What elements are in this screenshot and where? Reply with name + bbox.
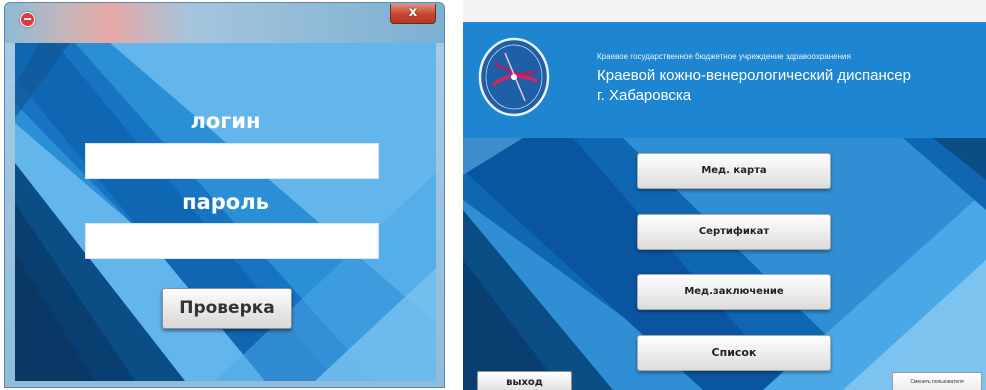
change-user-button[interactable]: Сменить пользователя bbox=[892, 372, 982, 390]
login-input[interactable] bbox=[85, 143, 379, 179]
close-icon: x bbox=[408, 5, 418, 20]
certificate-button[interactable]: Сертификат bbox=[637, 214, 831, 250]
list-button[interactable]: Список bbox=[637, 335, 831, 371]
main-window: Краевое государственное бюджетное учрежд… bbox=[463, 0, 986, 390]
check-button[interactable]: Проверка bbox=[162, 288, 292, 329]
dispensary-logo-icon bbox=[478, 37, 550, 117]
org-city-text: г. Хабаровска bbox=[597, 87, 692, 104]
login-form: логин пароль Проверка bbox=[15, 43, 436, 381]
login-label: логин bbox=[190, 109, 261, 133]
login-titlebar[interactable]: x bbox=[5, 3, 444, 43]
med-card-button[interactable]: Мед. карта bbox=[637, 153, 831, 189]
med-conclusion-button[interactable]: Мед.заключение bbox=[637, 274, 831, 310]
password-input[interactable] bbox=[85, 223, 379, 259]
org-type-text: Краевое государственное бюджетное учрежд… bbox=[597, 52, 851, 61]
app-icon[interactable] bbox=[20, 12, 35, 27]
password-label: пароль bbox=[182, 190, 269, 214]
org-name-text: Краевой кожно-венерологический диспансер bbox=[597, 67, 911, 84]
close-button[interactable]: x bbox=[390, 4, 436, 24]
login-window: x логин пароль Проверка bbox=[4, 2, 445, 388]
exit-button[interactable]: выход bbox=[477, 371, 572, 390]
